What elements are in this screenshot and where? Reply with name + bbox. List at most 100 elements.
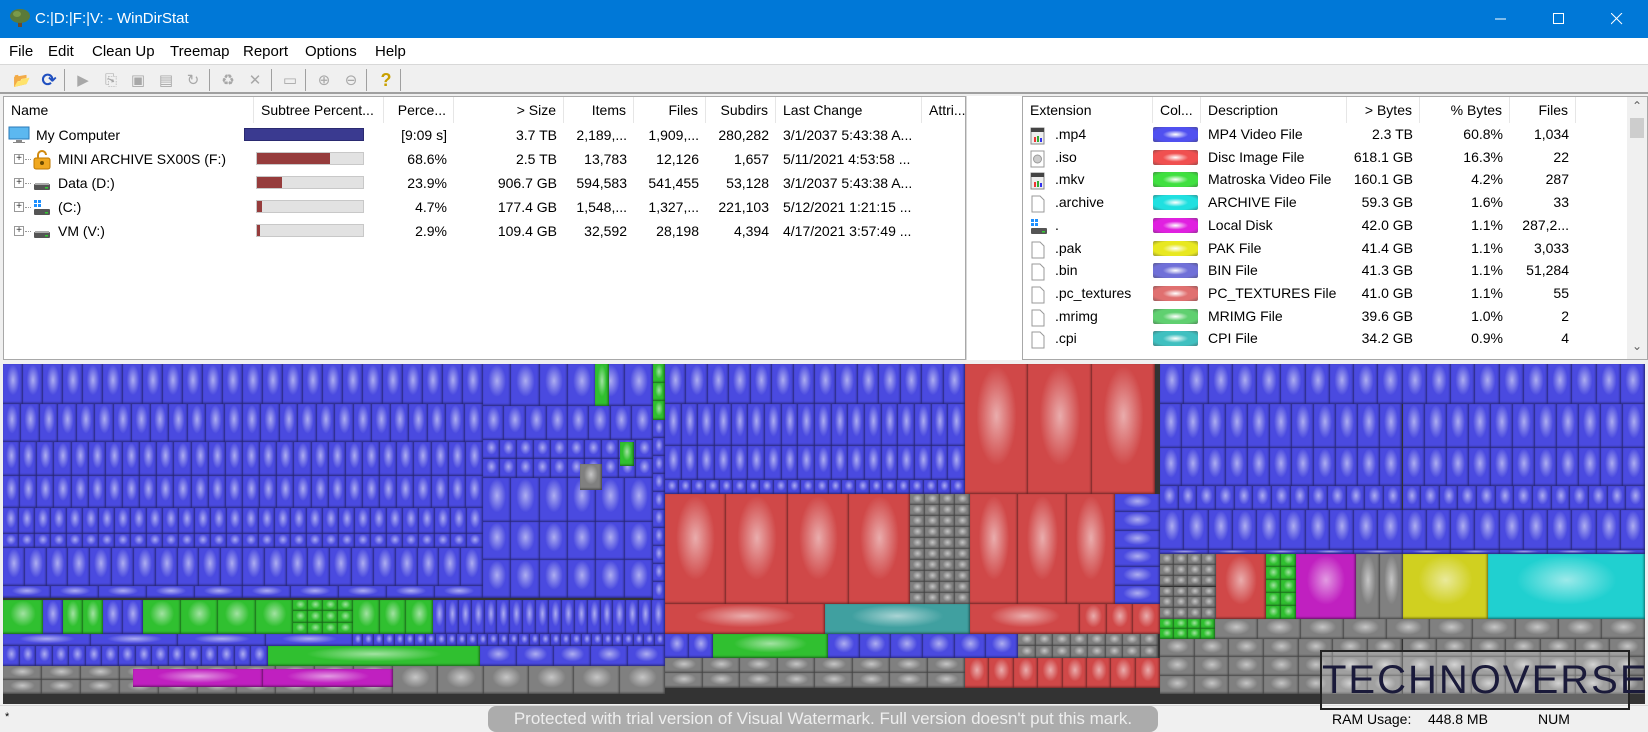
recycle-bin-button[interactable]: ♻ xyxy=(217,69,239,91)
treemap-cell[interactable] xyxy=(265,634,353,646)
treemap-cell[interactable] xyxy=(1105,646,1123,658)
treemap-cell[interactable] xyxy=(798,446,815,480)
treemap-cell[interactable] xyxy=(900,364,923,404)
treemap-cell[interactable] xyxy=(1035,634,1053,646)
treemap-cell[interactable] xyxy=(260,476,278,508)
treemap-cell[interactable] xyxy=(294,442,312,476)
treemap-cell[interactable] xyxy=(624,522,653,560)
treemap-cell[interactable] xyxy=(925,549,940,560)
treemap-cell[interactable] xyxy=(955,505,970,516)
treemap-cell[interactable] xyxy=(1620,510,1645,550)
treemap-cell[interactable] xyxy=(955,549,970,560)
treemap-cell[interactable] xyxy=(19,508,35,534)
column-header-extension[interactable]: Extension xyxy=(1023,97,1153,123)
treemap-cell[interactable] xyxy=(58,404,77,442)
treemap-cell[interactable] xyxy=(772,364,794,404)
scroll-down-arrow-icon[interactable]: ⌄ xyxy=(1627,339,1647,357)
treemap-cell[interactable] xyxy=(355,534,371,548)
treemap-cell[interactable] xyxy=(1123,646,1141,658)
treemap-cell[interactable] xyxy=(774,480,788,494)
treemap-cell[interactable] xyxy=(1253,486,1272,510)
treemap-cell[interactable] xyxy=(483,522,512,560)
treemap-cell[interactable] xyxy=(539,560,568,598)
treemap-cell[interactable] xyxy=(815,480,829,494)
treemap-cell[interactable] xyxy=(951,480,965,494)
treemap-cell[interactable] xyxy=(208,442,226,476)
column-header-size[interactable]: > Size xyxy=(454,97,564,123)
treemap-cell[interactable] xyxy=(168,646,186,666)
treemap-cell[interactable] xyxy=(931,446,949,480)
extension-row[interactable]: .mrimg MRIMG File 39.6 GB 1.0% 2 xyxy=(1023,305,1647,327)
treemap-cell[interactable] xyxy=(3,600,43,634)
treemap-cell[interactable] xyxy=(218,646,235,666)
treemap-cell[interactable] xyxy=(343,364,363,404)
treemap-cell[interactable] xyxy=(259,534,275,548)
treemap-cell[interactable] xyxy=(1426,364,1451,404)
treemap-cell[interactable] xyxy=(419,508,435,534)
treemap-cell[interactable] xyxy=(1160,675,1195,694)
treemap-cell[interactable] xyxy=(777,658,815,673)
treemap-cell[interactable] xyxy=(187,404,207,442)
treemap-cell[interactable] xyxy=(828,480,843,494)
treemap-cell[interactable] xyxy=(234,646,252,666)
treemap-cell[interactable] xyxy=(1380,404,1403,448)
column-header-color[interactable]: Col... xyxy=(1153,97,1201,123)
treemap-cell[interactable] xyxy=(740,658,778,673)
scroll-up-arrow-icon[interactable]: ⌃ xyxy=(1627,99,1647,117)
treemap-cell[interactable] xyxy=(1115,494,1160,513)
extension-row[interactable]: .cpi CPI File 34.2 GB 0.9% 4 xyxy=(1023,327,1647,349)
treemap-cell[interactable] xyxy=(653,382,665,402)
treemap-cell[interactable] xyxy=(185,646,202,666)
treemap-cell[interactable] xyxy=(373,634,385,646)
treemap-cell[interactable] xyxy=(940,560,955,571)
treemap-cell[interactable] xyxy=(180,600,218,634)
treemap-cell[interactable] xyxy=(163,534,179,548)
treemap-cell[interactable] xyxy=(1402,486,1422,510)
treemap-cell[interactable] xyxy=(379,600,407,634)
treemap-cell[interactable] xyxy=(681,446,699,480)
treemap-cell[interactable] xyxy=(715,404,732,446)
treemap-cell[interactable] xyxy=(1305,510,1330,550)
treemap-cell[interactable] xyxy=(363,634,374,646)
treemap-cell[interactable] xyxy=(927,673,965,688)
treemap-cell[interactable] xyxy=(1596,364,1621,404)
treemap-cell[interactable] xyxy=(955,560,970,571)
treemap-cell[interactable] xyxy=(387,586,435,598)
treemap-cell[interactable] xyxy=(105,442,123,476)
treemap-cell[interactable] xyxy=(1499,510,1524,550)
treemap-cell[interactable] xyxy=(102,646,119,666)
treemap-cell[interactable] xyxy=(37,442,55,476)
treemap-cell[interactable] xyxy=(243,404,262,442)
treemap-cell[interactable] xyxy=(715,446,732,480)
treemap-cell[interactable] xyxy=(554,646,591,666)
treemap-cell[interactable] xyxy=(1305,364,1330,404)
treemap-cell[interactable] xyxy=(260,442,278,476)
treemap-cell[interactable] xyxy=(1201,629,1215,639)
treemap-cell[interactable] xyxy=(1458,486,1478,510)
treemap-cell[interactable] xyxy=(1115,512,1160,531)
treemap-cell[interactable] xyxy=(338,600,353,612)
treemap-cell[interactable] xyxy=(147,534,163,548)
treemap-cell[interactable] xyxy=(613,634,624,646)
treemap-cell[interactable] xyxy=(451,508,467,534)
treemap-cell[interactable] xyxy=(415,634,426,646)
treemap-cell[interactable] xyxy=(467,508,483,534)
treemap-cell[interactable] xyxy=(1378,364,1403,404)
treemap-cell[interactable] xyxy=(940,593,955,604)
treemap-cell[interactable] xyxy=(1378,510,1403,550)
treemap-cell[interactable] xyxy=(223,364,243,404)
treemap-cell[interactable] xyxy=(591,646,628,666)
treemap-cell[interactable] xyxy=(293,611,308,623)
treemap-cell[interactable] xyxy=(3,476,21,508)
treemap-cell[interactable] xyxy=(133,548,156,586)
minimize-button[interactable] xyxy=(1472,0,1530,38)
treemap-cell[interactable] xyxy=(157,476,175,508)
treemap-cell[interactable] xyxy=(443,364,463,404)
treemap-cell[interactable] xyxy=(595,364,609,406)
treemap-cell[interactable] xyxy=(123,476,141,508)
treemap-cell[interactable] xyxy=(1292,404,1315,448)
treemap-cell[interactable] xyxy=(653,420,665,438)
treemap-cell[interactable] xyxy=(815,658,853,673)
treemap-cell[interactable] xyxy=(1160,486,1179,510)
treemap-cell[interactable] xyxy=(243,442,261,476)
